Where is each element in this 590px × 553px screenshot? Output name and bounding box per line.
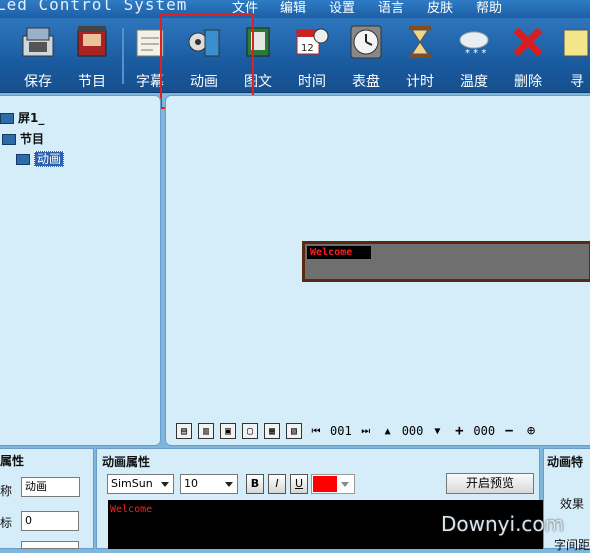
find-button[interactable]: 寻 <box>556 20 590 90</box>
name-input[interactable]: 动画 <box>21 477 80 497</box>
menu-language[interactable]: 语言 <box>378 0 404 18</box>
layout1-icon[interactable]: ▤ <box>176 423 192 439</box>
plus-icon[interactable]: + <box>451 423 467 439</box>
menu-help[interactable]: 帮助 <box>476 0 502 18</box>
first-page-icon[interactable]: ⏮ <box>308 423 324 439</box>
down-arrow-icon[interactable]: ▼ <box>429 423 445 439</box>
welcome-text: Welcome <box>307 246 371 259</box>
color-picker[interactable] <box>311 474 355 494</box>
dial-button[interactable]: 表盘 <box>340 20 392 90</box>
value-2: 000 <box>473 424 496 438</box>
last-page-icon[interactable]: ⏭ <box>358 423 374 439</box>
menu-settings[interactable]: 设置 <box>329 0 355 18</box>
effects-title: 动画特 <box>547 455 584 469</box>
cloud-snow-icon: * * * <box>457 22 491 62</box>
watermark: Downyi.com <box>441 512 565 536</box>
film-icon <box>75 22 109 62</box>
preview-text: Welcome <box>110 504 153 515</box>
spacing-label: 字间距 <box>554 538 590 552</box>
app-title: Led Control System <box>0 0 188 14</box>
layout3-icon[interactable]: ▣ <box>220 423 236 439</box>
toolbar: 保存 节目 字幕 动画 图文 12 时间 表盘 计时 * * * 温度 删除 寻 <box>0 18 590 93</box>
value-1: 000 <box>401 424 424 438</box>
layout4-icon[interactable]: ▢ <box>242 423 258 439</box>
size-select[interactable]: 10 <box>180 474 238 494</box>
tree-screen[interactable]: 屏1_ <box>0 109 44 126</box>
color-swatch <box>313 476 337 492</box>
minus-icon[interactable]: − <box>501 423 517 439</box>
hourglass-icon <box>403 22 437 62</box>
save-icon <box>21 22 55 62</box>
nav-toolbar: ▤ ▥ ▣ ▢ ▦ ▧ ⏮ 001 ⏭ ▲ 000 ▼ + 000 − ⊕ <box>176 419 545 443</box>
up-arrow-icon[interactable]: ▲ <box>380 423 396 439</box>
program-tree-panel <box>0 95 161 446</box>
calendar-clock-icon: 12 <box>295 22 329 62</box>
italic-button[interactable]: I <box>268 474 286 494</box>
menu-skin[interactable]: 皮肤 <box>427 0 453 18</box>
move-icon[interactable]: ⊕ <box>523 423 539 439</box>
find-icon <box>560 22 590 62</box>
clock-icon <box>349 22 383 62</box>
layout2-icon[interactable]: ▥ <box>198 423 214 439</box>
page-number: 001 <box>330 424 352 438</box>
program-icon <box>2 134 16 145</box>
x-input[interactable]: 0 <box>21 511 79 531</box>
save-button[interactable]: 保存 <box>12 20 64 90</box>
animation-region[interactable]: Welcome <box>302 241 590 282</box>
chevron-down-icon <box>161 482 169 487</box>
program-button[interactable]: 节目 <box>66 20 118 90</box>
x-label: 标 <box>0 516 13 530</box>
delete-x-icon <box>511 22 545 62</box>
y-input[interactable] <box>21 541 79 549</box>
start-preview-button[interactable]: 开启预览 <box>446 473 534 494</box>
underline-button[interactable]: U <box>290 474 308 494</box>
timer-button[interactable]: 计时 <box>394 20 446 90</box>
menu-edit[interactable]: 编辑 <box>280 0 306 18</box>
font-select[interactable]: SimSun <box>107 474 174 494</box>
temperature-button[interactable]: * * * 温度 <box>448 20 500 90</box>
layout5-icon[interactable]: ▦ <box>264 423 280 439</box>
svg-text:* * *: * * * <box>465 48 486 59</box>
screen-icon <box>0 113 14 124</box>
animation-properties-title: 动画属性 <box>102 455 151 469</box>
svg-text:12: 12 <box>301 43 314 54</box>
tree-animation[interactable]: 动画 <box>16 150 65 167</box>
bold-button[interactable]: B <box>246 474 264 494</box>
delete-button[interactable]: 删除 <box>502 20 554 90</box>
time-button[interactable]: 12 时间 <box>286 20 338 90</box>
layout6-icon[interactable]: ▧ <box>286 423 302 439</box>
title-bar: Led Control System 文件 编辑 设置 语言 皮肤 帮助 <box>0 0 590 18</box>
effect-label: 效果 <box>560 497 585 511</box>
chevron-down-icon <box>225 482 233 487</box>
name-label: 称 <box>0 484 13 498</box>
tree-program[interactable]: 节目 <box>2 130 44 147</box>
properties-title: 属性 <box>0 454 25 468</box>
chevron-down-icon <box>341 482 349 487</box>
animation-item-icon <box>16 154 30 165</box>
